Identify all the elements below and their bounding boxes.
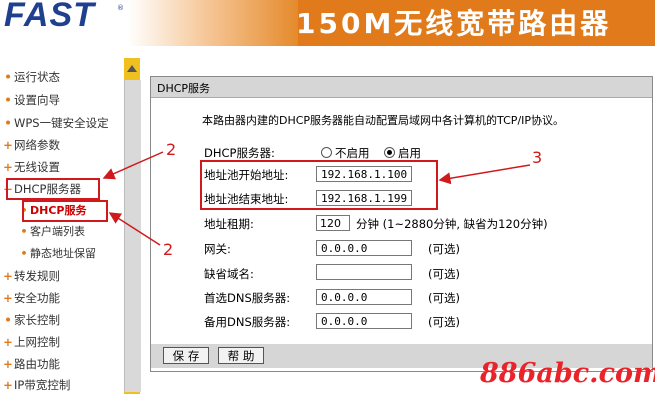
watermark: 886abc.com: [480, 358, 655, 389]
annotation-number-fields: 3: [532, 148, 543, 167]
annotation-arrows: [102, 151, 531, 246]
annotation-number-sidebar: 2: [166, 140, 177, 159]
arrow-to-dhcp-server: [102, 151, 164, 180]
arrow-to-dhcp-service: [108, 212, 161, 246]
arrow-to-address-pool: [438, 164, 531, 185]
annotation-number-sub: 2: [163, 240, 174, 259]
